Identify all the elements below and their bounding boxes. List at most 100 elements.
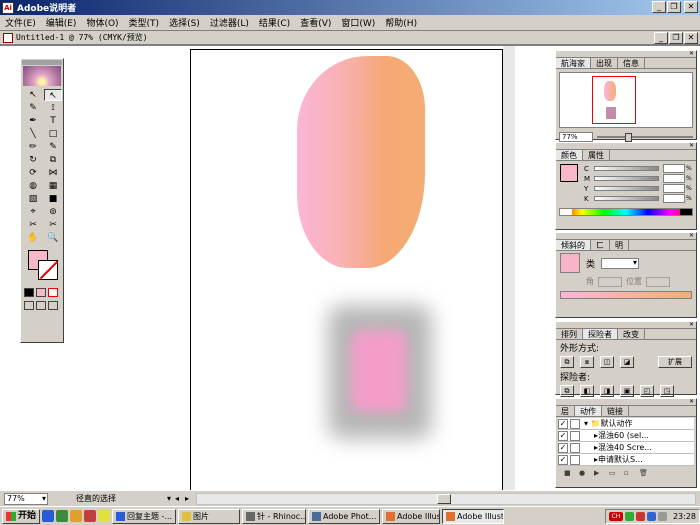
task-illustrator-2[interactable]: Adobe Illust... (442, 508, 505, 524)
lasso-tool-icon[interactable]: ⟟ (44, 102, 62, 114)
illustrator-flower-logo[interactable] (23, 66, 61, 86)
type-tool-icon[interactable]: T (44, 115, 62, 127)
magenta-slider[interactable] (594, 176, 659, 181)
desktop-icon[interactable] (56, 510, 69, 522)
symbol-sprayer-tool-icon[interactable]: ◍ (24, 180, 42, 192)
color-fill-swatch[interactable] (560, 164, 578, 182)
task-pictures[interactable]: 图片 (178, 508, 241, 524)
media-icon[interactable] (84, 510, 97, 522)
scale-tool-icon[interactable]: ⧉ (44, 154, 62, 166)
menu-type[interactable]: 类型(T) (124, 16, 165, 29)
menu-view[interactable]: 查看(V) (295, 16, 336, 29)
expand-arrow-icon[interactable]: ▸ (584, 443, 598, 452)
hand-tool-icon[interactable]: ✋ (24, 232, 42, 244)
task-illustrator-1[interactable]: Adobe Illust... (382, 508, 441, 524)
ime-indicator[interactable]: CH (608, 511, 623, 521)
pink-blurred-rectangle[interactable] (351, 330, 407, 412)
tab-navigator[interactable]: 航海家 (556, 58, 591, 68)
yellow-field[interactable] (663, 184, 685, 193)
expand-arrow-icon[interactable]: ▸ (584, 431, 598, 440)
menu-select[interactable]: 选择(S) (164, 16, 205, 29)
none-mode-icon[interactable] (48, 288, 58, 297)
eyedropper-tool-icon[interactable]: ⌖ (24, 206, 42, 218)
merge-icon[interactable]: ◨ (600, 385, 614, 397)
action-enabled-checkbox[interactable]: ✓ (558, 418, 568, 429)
status-zoom-select[interactable]: 77% (4, 492, 48, 505)
action-row[interactable]: ✓ ▸ 混浊60 (sel... (558, 430, 694, 442)
volume-icon[interactable] (657, 511, 667, 521)
tray-icon[interactable] (624, 511, 634, 521)
paintbrush-tool-icon[interactable]: ✏ (24, 141, 42, 153)
magic-wand-tool-icon[interactable]: ✎ (24, 102, 42, 114)
action-enabled-checkbox[interactable]: ✓ (558, 442, 568, 453)
action-enabled-checkbox[interactable]: ✓ (558, 454, 568, 465)
restore-button[interactable]: ❐ (667, 1, 681, 13)
tab-align[interactable]: 排列 (556, 329, 583, 339)
tab-attributes[interactable]: 属性 (583, 150, 610, 160)
gradient-preview-swatch[interactable] (560, 253, 580, 273)
doc-close-button[interactable]: ✕ (684, 32, 698, 44)
gradient-shape[interactable] (297, 56, 425, 268)
blend-tool-icon[interactable]: ⊚ (44, 206, 62, 218)
tab-pathfinder[interactable]: 探险者 (583, 329, 618, 339)
action-set-row[interactable]: ✓ ▾ 📁 默认动作 (558, 418, 694, 430)
navigator-zoom-slider[interactable] (597, 133, 693, 142)
tab-color[interactable]: 颜色 (556, 150, 583, 160)
standard-screen-icon[interactable] (24, 301, 34, 310)
expand-arrow-icon[interactable]: ▸ (584, 455, 598, 464)
task-photoshop[interactable]: Adobe Phot... (308, 508, 381, 524)
mesh-tool-icon[interactable]: ▧ (24, 193, 42, 205)
vertical-scrollbar[interactable] (503, 46, 515, 490)
add-shape-icon[interactable]: ⧉ (560, 356, 574, 368)
action-row[interactable]: ✓ ▸ 混浊40 Scre... (558, 442, 694, 454)
menu-object[interactable]: 物体(O) (81, 16, 123, 29)
toolbox-grip[interactable] (22, 60, 62, 65)
menu-filter[interactable]: 过滤器(L) (205, 16, 254, 29)
folder-icon[interactable] (70, 510, 83, 522)
rectangle-tool-icon[interactable]: □ (44, 128, 62, 140)
angle-field[interactable] (598, 276, 622, 287)
location-field[interactable] (646, 276, 670, 287)
gradient-tool-icon[interactable]: ■ (44, 193, 62, 205)
gradient-mode-icon[interactable] (36, 288, 46, 297)
dialog-toggle[interactable] (570, 418, 580, 429)
tray-icon[interactable] (646, 511, 656, 521)
tab-gradient[interactable]: 倾斜的 (556, 240, 591, 250)
zoom-tool-icon[interactable]: 🔍 (44, 232, 62, 244)
slice-tool-icon[interactable]: ✂ (24, 219, 42, 231)
stop-icon[interactable]: ■ (564, 469, 573, 477)
rotate-tool-icon[interactable]: ↻ (24, 154, 42, 166)
tab-appearance[interactable]: 出现 (591, 58, 618, 68)
selection-tool-icon[interactable]: ↖ (24, 89, 42, 101)
cyan-field[interactable] (663, 164, 685, 173)
minus-back-icon[interactable]: ◳ (660, 385, 674, 397)
artboard[interactable] (190, 49, 503, 491)
dialog-toggle[interactable] (570, 454, 580, 465)
direct-selection-tool-icon[interactable]: ↖ (44, 89, 62, 101)
divide-icon[interactable]: ⧉ (560, 385, 574, 397)
scrollbar-thumb[interactable] (437, 493, 451, 504)
tab-links[interactable]: 链接 (602, 406, 629, 416)
menu-effect[interactable]: 结果(C) (254, 16, 295, 29)
tab-transparency[interactable]: 明 (610, 240, 629, 250)
record-icon[interactable]: ● (579, 469, 588, 477)
panel-close-icon[interactable]: ✕ (688, 399, 695, 405)
cyan-slider[interactable] (594, 166, 659, 171)
line-tool-icon[interactable]: ╲ (24, 128, 42, 140)
tab-layers[interactable]: 层 (556, 406, 575, 416)
dialog-toggle[interactable] (570, 430, 580, 441)
exclude-shape-icon[interactable]: ◪ (620, 356, 634, 368)
subtract-shape-icon[interactable]: ⧈ (580, 356, 594, 368)
scissors-tool-icon[interactable]: ✂ (44, 219, 62, 231)
new-action-icon[interactable]: ▫ (624, 469, 633, 477)
pen-tool-icon[interactable]: ✒ (24, 115, 42, 127)
color-spectrum-bar[interactable] (559, 208, 693, 216)
outline-icon[interactable]: ◰ (640, 385, 654, 397)
play-icon[interactable]: ▶ (594, 469, 603, 477)
intersect-shape-icon[interactable]: ◫ (600, 356, 614, 368)
pencil-tool-icon[interactable]: ✎ (44, 141, 62, 153)
scroll-right-icon[interactable]: ▸ (182, 493, 192, 505)
gradient-ramp-slider[interactable] (560, 291, 692, 299)
tray-icon[interactable] (635, 511, 645, 521)
tab-actions[interactable]: 动作 (575, 406, 602, 416)
